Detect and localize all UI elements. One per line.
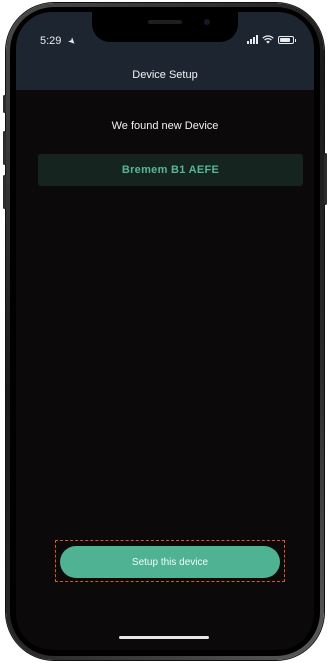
- wifi-icon: [262, 35, 274, 44]
- battery-icon: [278, 36, 296, 44]
- status-icons: [247, 35, 296, 44]
- battery-level-fill: [280, 38, 291, 42]
- volume-up-button: [3, 131, 6, 165]
- home-indicator: [119, 636, 209, 639]
- found-device-item[interactable]: Bremem B1 AEFE: [38, 154, 303, 186]
- cellular-signal-icon: [247, 35, 258, 44]
- speaker-grille: [148, 20, 182, 24]
- silent-switch: [3, 95, 6, 113]
- setup-device-button[interactable]: Setup this device: [60, 546, 280, 578]
- camera-notch: [92, 12, 238, 42]
- found-device-message: We found new Device: [111, 120, 219, 132]
- device-name-label: Bremem B1 AEFE: [121, 164, 220, 176]
- power-button: [324, 153, 327, 205]
- volume-down-button: [3, 175, 6, 209]
- front-camera: [204, 19, 210, 25]
- page-title: Device Setup: [132, 69, 198, 81]
- app-screen: 5:29 ➤ Device Setup We found new Device …: [16, 12, 314, 650]
- status-time: 5:29: [40, 35, 62, 47]
